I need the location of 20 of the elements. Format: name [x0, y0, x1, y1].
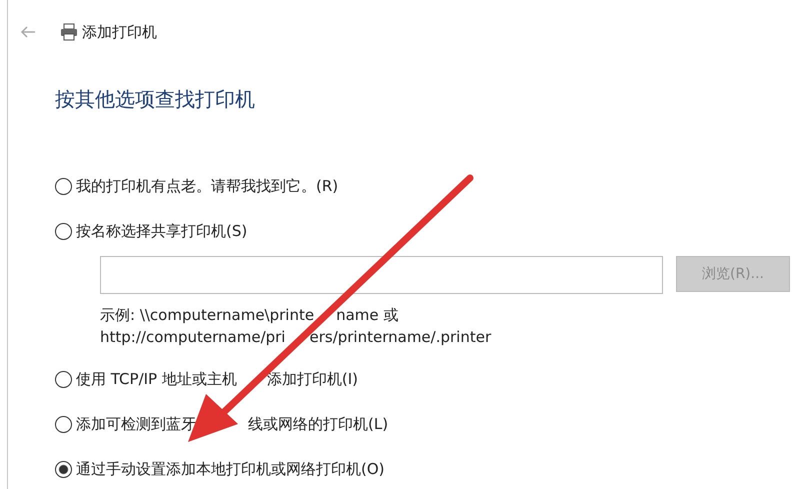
radio-button[interactable] [55, 178, 72, 194]
option-label: 按名称选择共享打印机(S) [76, 220, 248, 242]
option-label: 添加打印机(I) [266, 368, 358, 390]
radio-button[interactable] [55, 370, 72, 388]
radio-button[interactable] [55, 222, 72, 240]
option-label: 添加可检测到蓝牙 [76, 414, 196, 435]
radio-button[interactable] [55, 416, 72, 432]
printer-name-field[interactable] [100, 256, 663, 294]
example-text: ers/printername/.printer [309, 327, 492, 348]
option-label: 线或网络的打印机(L) [248, 414, 388, 435]
window-title: 添加打印机 [82, 22, 157, 43]
printer-icon [60, 23, 78, 41]
option-label: 使用 TCP/IP 地址或主机 [76, 368, 237, 390]
option-label: 我的打印机有点老。请帮我找到它。(R) [76, 176, 338, 197]
example-text: name 或 [336, 305, 398, 326]
page-heading: 按其他选项查找打印机 [55, 86, 255, 113]
radio-button[interactable] [55, 460, 72, 478]
example-text: http://computername/pri [100, 327, 286, 348]
example-text: 示例: \\computername\printe [100, 305, 314, 326]
option-label: 通过手动设置添加本地打印机或网络打印机(O) [76, 458, 385, 480]
